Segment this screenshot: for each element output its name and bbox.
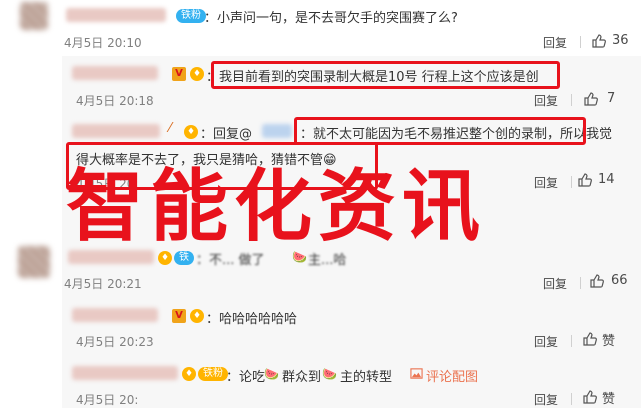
divider <box>571 335 572 347</box>
username[interactable] <box>66 8 166 22</box>
username[interactable] <box>72 66 158 80</box>
username[interactable] <box>68 250 154 264</box>
level-badge-icon: ♦ <box>184 125 198 139</box>
avatar[interactable] <box>20 2 48 30</box>
divider <box>580 277 581 289</box>
thumb-up-icon[interactable] <box>582 331 598 347</box>
timestamp: 4月5日 20: <box>76 393 139 407</box>
v-badge-icon: V <box>172 67 186 81</box>
watermelon-emoji-icon: 🍉 <box>264 367 279 381</box>
username[interactable] <box>72 366 178 380</box>
watermark: 智能化资讯 <box>66 162 487 252</box>
level-badge-icon: ♦ <box>158 251 172 265</box>
thumb-up-icon[interactable] <box>589 273 605 289</box>
timestamp: 4月5日 20:18 <box>76 94 154 108</box>
divider <box>580 36 581 48</box>
username[interactable] <box>72 124 160 138</box>
v-badge-icon: V <box>172 309 186 323</box>
fan-badge: 铁 <box>174 251 194 265</box>
reply-button[interactable]: 回复 <box>534 92 558 109</box>
comment-text-a: ：论吃 <box>226 370 266 385</box>
reply-button[interactable]: 回复 <box>534 333 558 350</box>
mention[interactable] <box>262 124 292 138</box>
divider <box>571 94 572 106</box>
watermelon-emoji-icon: 🍉 <box>322 367 337 381</box>
reply-button[interactable]: 回复 <box>543 34 567 51</box>
like-label: 赞 <box>602 392 616 407</box>
username[interactable] <box>72 308 158 322</box>
reply-button[interactable]: 回复 <box>543 275 567 292</box>
like-count: 14 <box>598 172 615 187</box>
reply-prefix: ：回复@ <box>200 127 253 142</box>
comment-text: ：小声问一句，是不去哥欠手的突围赛了么? <box>204 11 458 26</box>
avatar[interactable] <box>18 246 50 278</box>
divider <box>571 393 572 405</box>
image-icon[interactable] <box>410 367 423 380</box>
fan-badge: 铁粉 <box>198 367 228 381</box>
like-count: 7 <box>607 91 616 106</box>
timestamp: 4月5日 20:21 <box>64 277 142 291</box>
level-badge-icon: ♦ <box>182 367 196 381</box>
timestamp: 4月5日 20:10 <box>64 36 142 50</box>
like-count: 66 <box>611 273 628 288</box>
thumb-up-icon[interactable] <box>582 389 598 405</box>
fan-badge: 铁粉 <box>176 9 206 23</box>
watermelon-emoji-icon: 🍉 <box>292 250 307 264</box>
thumb-up-icon[interactable] <box>577 172 593 188</box>
comment-text-b: 群众到 <box>282 370 322 385</box>
like-label: 赞 <box>602 334 616 349</box>
divider <box>571 176 572 188</box>
highlight-box <box>211 61 560 89</box>
like-count: 36 <box>612 33 629 48</box>
comment-text-c: 主的转型 <box>340 370 393 385</box>
level-badge-icon: ♦ <box>190 309 204 323</box>
timestamp: 4月5日 20:23 <box>76 335 154 349</box>
reply-button[interactable]: 回复 <box>534 391 558 408</box>
reply-button[interactable]: 回复 <box>534 174 558 191</box>
level-badge-icon: ♦ <box>190 67 204 81</box>
pen-icon: ⁄ <box>169 121 172 136</box>
comment-text: ：哈哈哈哈哈哈 <box>206 312 298 327</box>
comment-image-link[interactable]: 评论配图 <box>426 366 478 385</box>
thumb-up-icon[interactable] <box>583 91 599 107</box>
highlight-box <box>294 117 586 145</box>
thumb-up-icon[interactable] <box>591 33 607 49</box>
